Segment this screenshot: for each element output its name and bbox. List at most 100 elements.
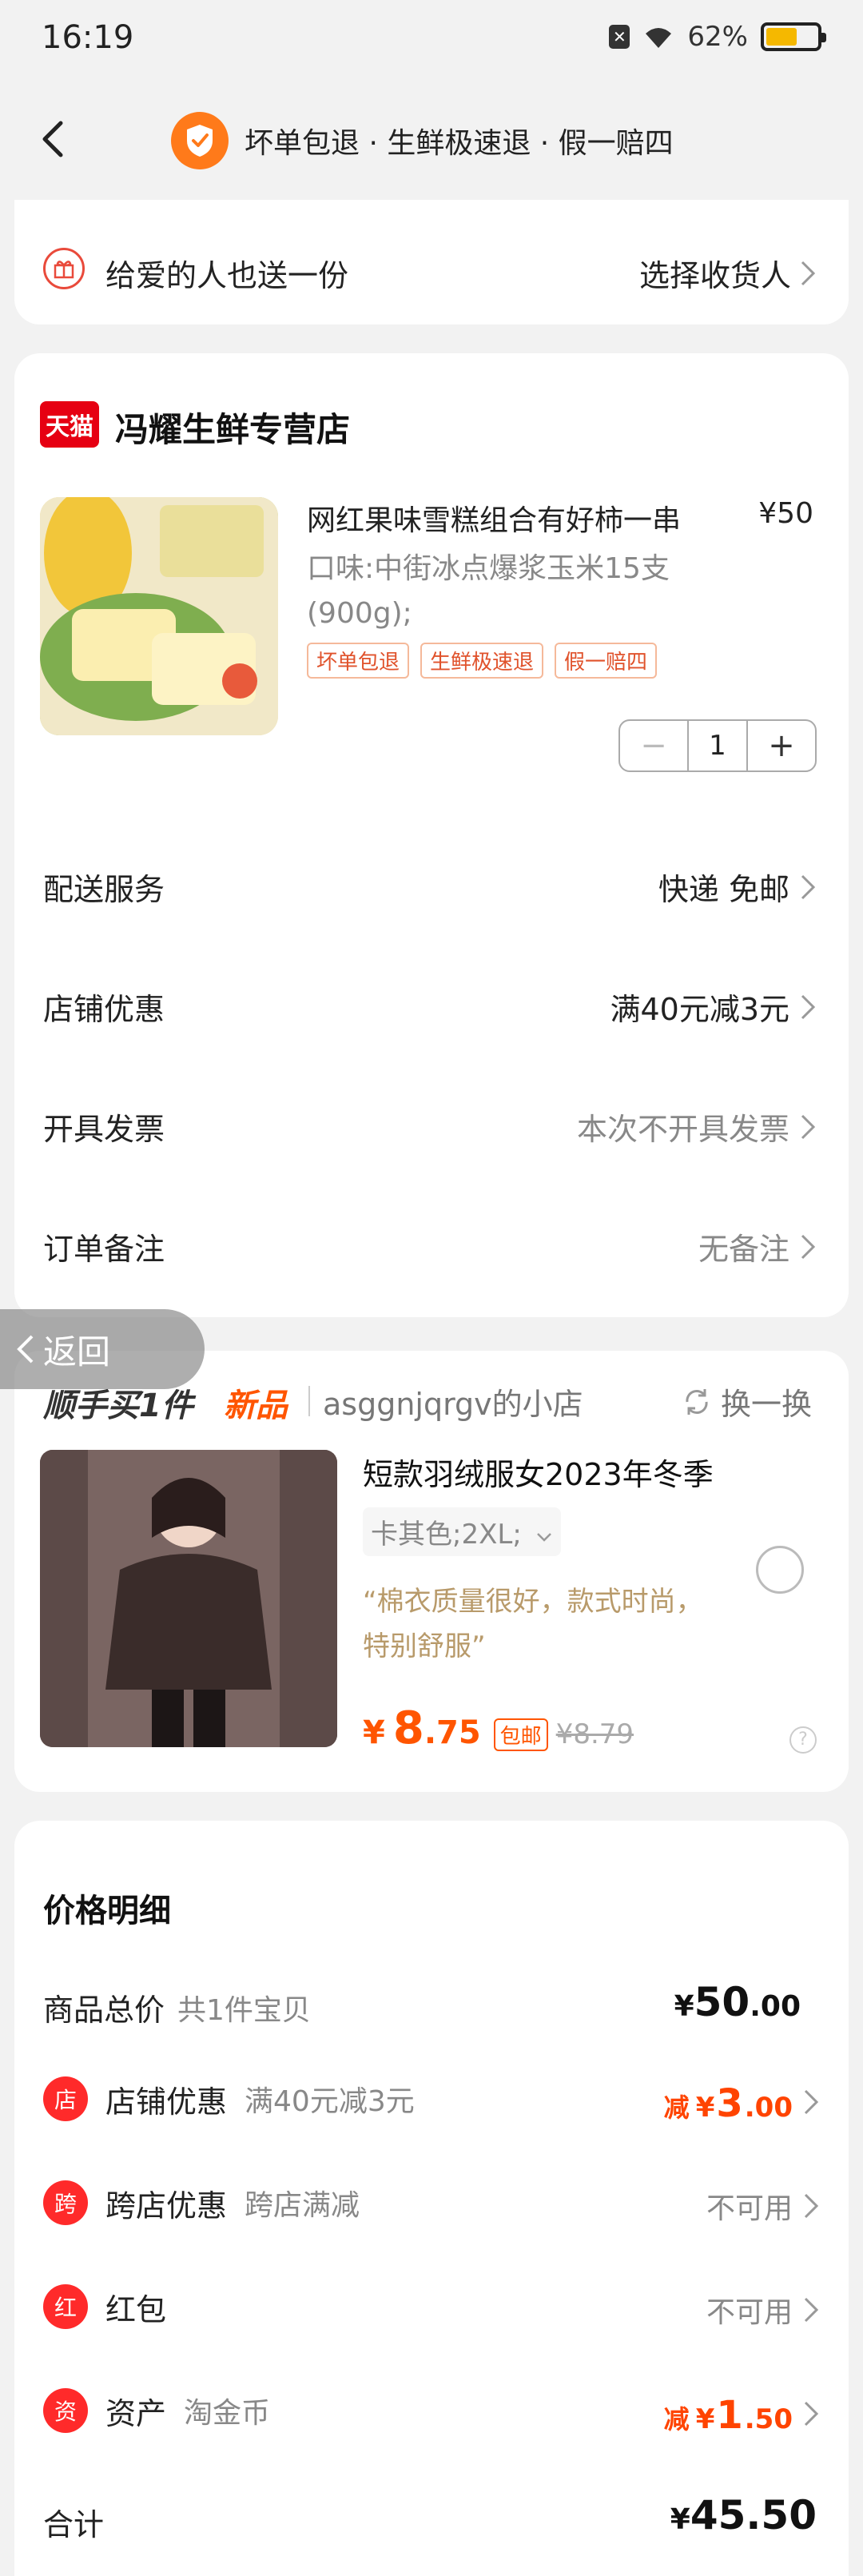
select-recipient-button[interactable]: 选择收货人	[639, 251, 817, 295]
cross-store-status: 不可用	[706, 2192, 793, 2225]
old-price: ¥8.79	[555, 1718, 634, 1750]
store-card: 天猫 冯耀生鲜专营店 网红果味雪糕组合有好柿一串 ¥50 口味:中街冰点爆浆玉米…	[14, 353, 849, 1317]
recommend-review: “棉衣质量很好，款式时尚，特别舒服”	[363, 1586, 703, 1662]
increase-button[interactable]: +	[748, 721, 815, 770]
sum-value: ¥ 45.50	[670, 2492, 817, 2538]
recommend-image[interactable]	[40, 1450, 337, 1747]
recommend-card: 顺手买1件 新品 asggnjqrgv的小店 换一换 短款羽绒服女2023年冬季…	[14, 1351, 849, 1792]
product-image[interactable]	[40, 497, 278, 735]
free-shipping-badge: 包邮	[493, 1718, 548, 1751]
cross-store-icon: 跨	[43, 2180, 88, 2225]
assets-sub: 淘金币	[184, 2397, 271, 2430]
total-integer: 50	[694, 1979, 750, 2025]
recommend-price: ¥ 8.75 包邮 ¥8.79	[363, 1702, 634, 1754]
nav-bar: 坏单包退 · 生鲜极速退 · 假一赔四	[0, 80, 863, 200]
delivery-value-text: 快递 免邮	[658, 872, 789, 907]
decrease-button[interactable]: −	[620, 721, 687, 770]
swap-label: 换一换	[720, 1387, 812, 1422]
amount-symbol: ¥	[695, 2092, 715, 2124]
tag: 坏单包退	[307, 643, 410, 679]
chevron-right-icon	[801, 994, 816, 1019]
assets-row: 资 资产 淘金币	[43, 2388, 270, 2433]
price-symbol: ¥	[363, 1714, 385, 1751]
amount-integer: 3	[716, 2081, 743, 2126]
price-detail-title: 价格明细	[43, 1893, 171, 1929]
store-discount-amount[interactable]: 减 ¥ 3 .00	[664, 2081, 820, 2126]
quantity-stepper: − 1 +	[618, 719, 817, 772]
amount-symbol: ¥	[695, 2403, 715, 2435]
floating-back-label: 返回	[43, 1332, 111, 1372]
recommend-new-label: 新品	[224, 1388, 288, 1424]
chevron-left-icon	[17, 1335, 34, 1364]
delivery-label: 配送服务	[43, 872, 165, 907]
select-recipient-label: 选择收货人	[638, 258, 791, 293]
divider	[308, 1386, 310, 1416]
recommend-spec[interactable]: 卡其色;2XL;	[363, 1507, 561, 1556]
status-icons: ✕ 62%	[609, 21, 826, 53]
store-discount-sub: 满40元减3元	[245, 2085, 415, 2118]
product-title[interactable]: 网红果味雪糕组合有好柿一串	[307, 497, 681, 539]
select-radio[interactable]	[756, 1546, 804, 1594]
back-chevron-icon[interactable]	[30, 115, 78, 163]
invoice-text: 本次不开具发票	[576, 1112, 789, 1147]
recommend-shop[interactable]: asggnjqrgv的小店	[323, 1380, 583, 1423]
cross-store-row: 跨 跨店优惠 跨店满减	[43, 2180, 360, 2225]
recommend-name[interactable]: 短款羽绒服女2023年冬季	[363, 1450, 714, 1494]
store-discount-row: 店 店铺优惠 满40元减3元	[43, 2076, 415, 2121]
red-packet-label: 红包	[105, 2291, 167, 2327]
product-price: ¥50	[758, 497, 813, 530]
red-packet-value[interactable]: 不可用	[706, 2289, 820, 2331]
total-sub: 共1件宝贝	[177, 1993, 311, 2027]
tag: 假一赔四	[555, 643, 658, 679]
order-note-text: 无备注	[698, 1232, 789, 1267]
store-discount-label: 店铺优惠	[43, 992, 165, 1027]
tag: 生鲜极速退	[420, 643, 544, 679]
amount-decimal: .00	[744, 2092, 793, 2124]
delivery-value[interactable]: 快递 免邮	[658, 865, 817, 909]
invoice-value[interactable]: 本次不开具发票	[577, 1105, 817, 1149]
status-time: 16:19	[42, 19, 134, 56]
help-icon[interactable]: ?	[789, 1726, 817, 1754]
battery-percent: 62%	[687, 21, 748, 53]
assets-amount[interactable]: 减 ¥ 1 .50	[664, 2393, 820, 2438]
tag-icon: 资	[43, 2388, 88, 2433]
assets-label: 资产	[105, 2395, 167, 2431]
cross-store-label: 跨店优惠	[105, 2188, 228, 2224]
order-note-value[interactable]: 无备注	[698, 1224, 817, 1268]
red-packet-icon: 红	[43, 2284, 88, 2329]
store-discount-value[interactable]: 满40元减3元	[610, 985, 817, 1029]
minus-prefix: 减	[663, 2092, 690, 2123]
store-icon: 店	[43, 2076, 88, 2121]
chevron-right-icon	[804, 2401, 819, 2427]
price-detail-card: 价格明细 商品总价 共1件宝贝 ¥ 50 .00 店 店铺优惠 满40元减3元 …	[14, 1821, 849, 2576]
status-bar: 16:19 ✕ 62%	[0, 0, 863, 80]
order-note-label: 订单备注	[43, 1232, 165, 1267]
battery-icon	[761, 22, 826, 51]
shield-icon	[171, 112, 229, 169]
cross-store-sub: 跨店满减	[245, 2189, 360, 2222]
store-name[interactable]: 冯耀生鲜专营店	[115, 403, 350, 452]
red-packet-row: 红 红包	[43, 2284, 166, 2329]
sum-amount: 45.50	[690, 2492, 817, 2538]
nav-title: 坏单包退 · 生鲜极速退 · 假一赔四	[245, 127, 674, 160]
price-decimal: .75	[424, 1714, 481, 1751]
cross-store-value[interactable]: 不可用	[706, 2185, 820, 2227]
swap-button[interactable]: 换一换	[681, 1380, 812, 1423]
price-integer: 8	[392, 1702, 424, 1754]
tmall-logo: 天猫	[40, 401, 99, 448]
amount-decimal: .50	[744, 2403, 793, 2435]
chevron-right-icon	[801, 1234, 816, 1259]
floating-back-button[interactable]: 返回	[0, 1309, 205, 1389]
product-spec[interactable]: 口味:中街冰点爆浆玉米15支(900g);	[307, 547, 754, 636]
quantity-value[interactable]: 1	[687, 721, 748, 770]
gift-card[interactable]: 给爱的人也送一份 选择收货人	[14, 200, 849, 324]
product-tags: 坏单包退 生鲜极速退 假一赔四	[307, 643, 658, 679]
chevron-right-icon	[804, 2297, 819, 2323]
chevron-right-icon	[801, 261, 816, 285]
invoice-label: 开具发票	[43, 1112, 165, 1147]
nav-guarantee: 坏单包退 · 生鲜极速退 · 假一赔四	[171, 112, 674, 169]
chevron-right-icon	[804, 2089, 819, 2115]
chevron-right-icon	[804, 2193, 819, 2219]
minus-prefix: 减	[663, 2404, 690, 2435]
gift-label: 给爱的人也送一份	[105, 258, 349, 293]
